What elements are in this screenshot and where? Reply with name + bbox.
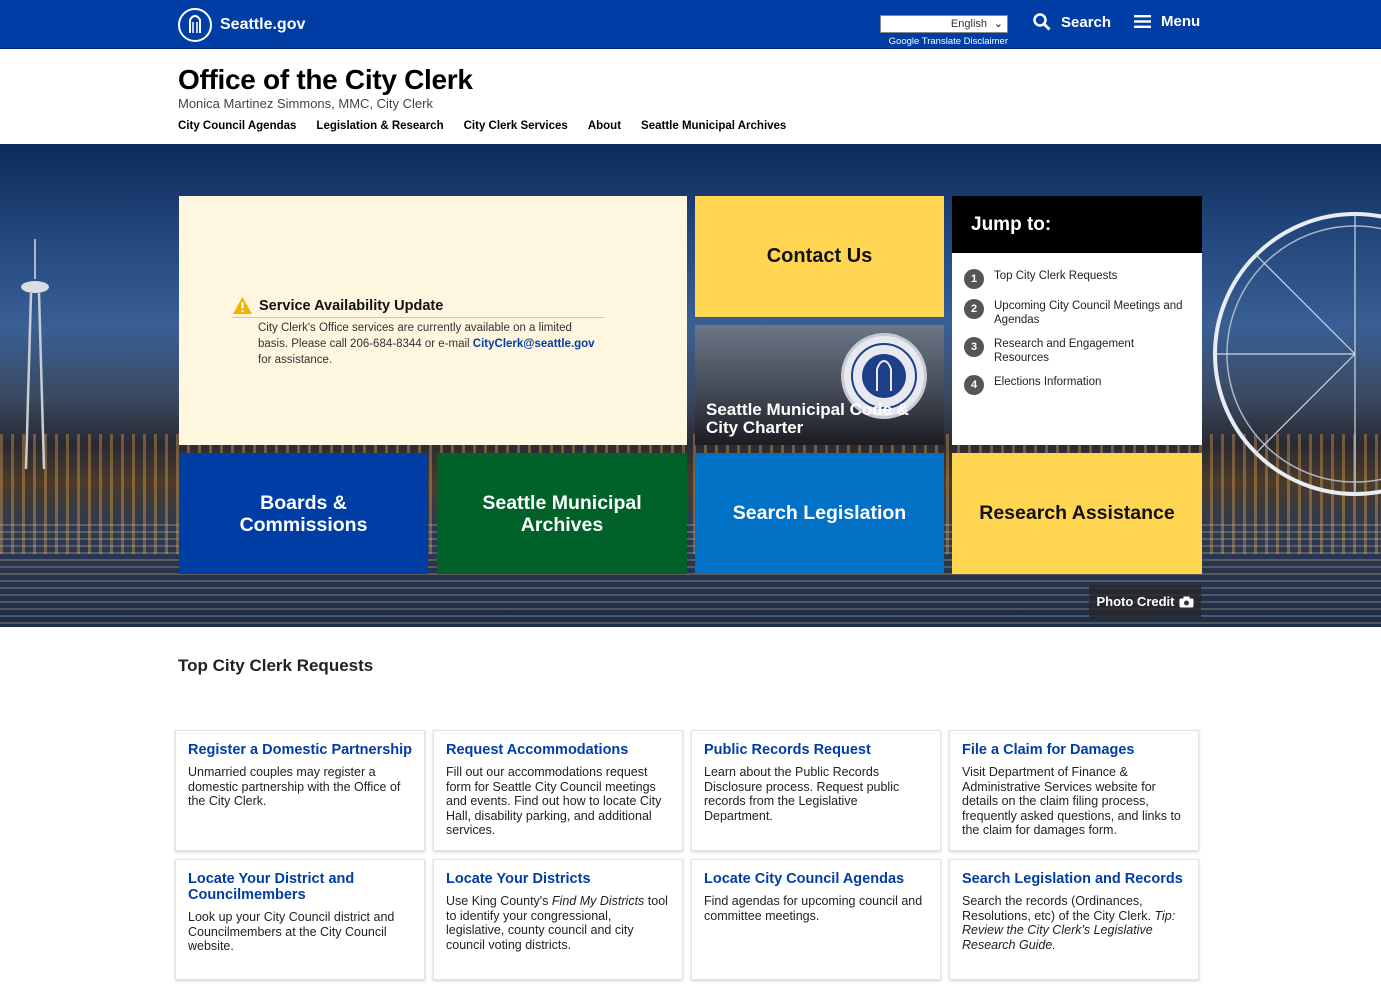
main-nav: City Council Agendas Legislation & Resea… (178, 120, 786, 132)
jump-to-heading: Jump to: (952, 196, 1202, 253)
request-card[interactable]: Search Legislation and Records Search th… (949, 859, 1199, 980)
jump-to-list: 1 Top City Clerk Requests 2 Upcoming City … (952, 253, 1202, 395)
card-text-before: Search the records (Ordinances, Resoluti… (962, 894, 1155, 923)
card-title-link[interactable]: Register a Domestic Partnership (188, 742, 413, 758)
notice-title: Service Availability Update (259, 297, 444, 314)
card-description: Unmarried couples may register a domesti… (188, 765, 401, 808)
step-number: 3 (964, 337, 984, 357)
card-description: Find agendas for upcoming council and co… (704, 894, 923, 923)
search-label: Search (1061, 13, 1112, 31)
jump-to-panel: Jump to: 1 Top City Clerk Requests 2 Upcom… (952, 196, 1202, 445)
request-card[interactable]: Public Records Request Learn about the P… (691, 730, 941, 851)
jump-link-research-resources[interactable]: 3 Research and Engagement Resources (964, 337, 1192, 365)
language-select[interactable]: English ⌄ (880, 15, 1008, 33)
research-assistance-tile[interactable]: Research Assistance (952, 453, 1202, 574)
municipal-code-label: Seattle Municipal Code & City Charter (706, 400, 910, 437)
research-assistance-label: Research Assistance (979, 502, 1175, 524)
seattle-gov-logo[interactable]: Seattle.gov (178, 8, 305, 42)
logo-text: Seattle.gov (220, 16, 306, 33)
warning-icon (233, 297, 252, 314)
search-button[interactable]: Search (1033, 13, 1111, 31)
nav-about[interactable]: About (588, 120, 621, 132)
page-title[interactable]: Office of the City Clerk (178, 64, 473, 96)
ferris-wheel-image (1213, 212, 1381, 496)
jump-link-label: Elections Information (994, 376, 1102, 388)
service-notice: Service Availability Update City Clerk's… (232, 296, 604, 368)
card-description: Fill out our accommodations request form… (446, 765, 662, 837)
language-selected: English (950, 18, 987, 30)
notice-text-after: for assistance. (258, 354, 333, 366)
photo-credit-label: Photo Credit (1096, 594, 1175, 609)
contact-us-label: Contact Us (766, 245, 873, 267)
notice-body: City Clerk's Office services are current… (258, 320, 604, 368)
card-title-link[interactable]: Search Legislation and Records (962, 871, 1187, 887)
request-card[interactable]: Register a Domestic Partnership Unmarrie… (175, 730, 425, 851)
card-title-link[interactable]: Public Records Request (704, 742, 929, 758)
municipal-archives-label: Seattle Municipal Archives (482, 491, 642, 536)
photo-credit-button[interactable]: Photo Credit (1089, 585, 1201, 618)
chevron-down-icon: ⌄ (993, 18, 1003, 30)
request-card[interactable]: Locate City Council Agendas Find agendas… (691, 859, 941, 980)
card-title-link[interactable]: Locate Your Districts (446, 871, 671, 887)
request-card[interactable]: File a Claim for Damages Visit Departmen… (949, 730, 1199, 851)
card-description: Use King County's Find My Districts tool… (446, 894, 671, 952)
space-needle-image (21, 239, 49, 469)
jump-link-label: Research and Engagement Resources (994, 338, 1135, 364)
jump-link-top-requests[interactable]: 1 Top City Clerk Requests (964, 269, 1192, 289)
nav-seattle-municipal-archives[interactable]: Seattle Municipal Archives (641, 120, 786, 132)
boards-commissions-tile[interactable]: Boards & Commissions (179, 453, 428, 574)
translate-disclaimer-link[interactable]: Google Translate Disclaimer (880, 36, 1008, 47)
nav-city-clerk-services[interactable]: City Clerk Services (464, 120, 568, 132)
page-subtitle: Monica Martinez Simmons, MMC, City Clerk (178, 96, 433, 111)
city-seal-icon (178, 8, 212, 42)
card-text-emphasis: Find My Districts (551, 894, 645, 908)
menu-button[interactable]: Menu (1134, 13, 1200, 30)
jump-link-label: Upcoming City Council Meetings and Agend… (994, 300, 1183, 326)
camera-icon (1179, 596, 1193, 607)
card-description: Look up your City Council district and C… (188, 910, 395, 953)
step-number: 2 (964, 299, 984, 319)
nav-city-council-agendas[interactable]: City Council Agendas (178, 120, 296, 132)
step-number: 4 (964, 375, 984, 395)
contact-us-tile[interactable]: Contact Us (695, 196, 944, 317)
municipal-archives-tile[interactable]: Seattle Municipal Archives (437, 453, 687, 574)
search-legislation-tile[interactable]: Search Legislation (695, 453, 944, 574)
request-card[interactable]: Locate Your Districts Use King County's … (433, 859, 683, 980)
search-icon (1033, 13, 1051, 31)
top-bar: Seattle.gov English ⌄ Google Translate D… (0, 0, 1381, 49)
step-number: 1 (964, 269, 984, 289)
request-card[interactable]: Locate Your District and Councilmembers … (175, 859, 425, 980)
card-description: Search the records (Ordinances, Resoluti… (962, 894, 1187, 952)
boards-commissions-label: Boards & Commissions (239, 491, 368, 536)
nav-legislation-research[interactable]: Legislation & Research (316, 120, 443, 132)
card-title-link[interactable]: Request Accommodations (446, 742, 671, 758)
card-description: Learn about the Public Records Disclosur… (704, 765, 900, 823)
card-text-before: Use King County's (446, 894, 552, 908)
clerk-email-link[interactable]: CityClerk@seattle.gov (473, 338, 595, 350)
municipal-code-tile[interactable]: Seattle Municipal Code & City Charter (695, 325, 944, 445)
card-title-link[interactable]: Locate City Council Agendas (704, 871, 929, 887)
notice-heading: Service Availability Update (232, 296, 604, 318)
jump-link-label: Top City Clerk Requests (994, 270, 1118, 282)
language-selector[interactable]: English ⌄ Google Translate Disclaimer (880, 15, 1008, 47)
jump-link-council-meetings[interactable]: 2 Upcoming City Council Meetings and Agen… (964, 299, 1192, 327)
top-requests-heading: Top City Clerk Requests (178, 656, 374, 675)
hamburger-icon (1134, 15, 1151, 28)
card-title-link[interactable]: Locate Your District and Councilmembers (188, 871, 413, 903)
search-legislation-label: Search Legislation (732, 502, 907, 524)
card-title-link[interactable]: File a Claim for Damages (962, 742, 1187, 758)
jump-link-elections[interactable]: 4 Elections Information (964, 375, 1192, 395)
card-description: Visit Department of Finance & Administra… (962, 765, 1181, 837)
request-card[interactable]: Request Accommodations Fill out our acco… (433, 730, 683, 851)
menu-label: Menu (1161, 13, 1201, 30)
